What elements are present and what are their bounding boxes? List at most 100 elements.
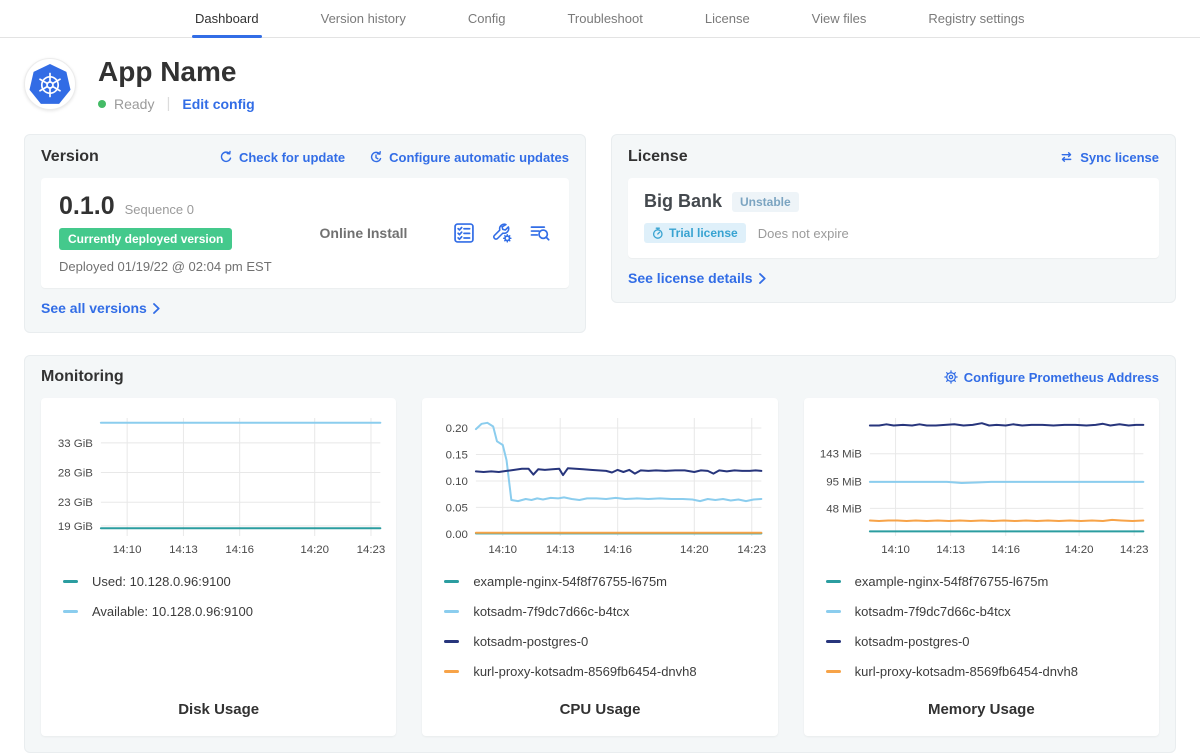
legend-color-dash bbox=[444, 610, 459, 613]
disk-usage-plot: 14:1014:1314:1614:2014:2333 GiB28 GiB23 … bbox=[49, 410, 388, 562]
svg-text:0.15: 0.15 bbox=[446, 450, 468, 462]
view-diff-button[interactable] bbox=[529, 222, 551, 244]
legend-label: kotsadm-postgres-0 bbox=[473, 634, 588, 649]
svg-text:14:20: 14:20 bbox=[300, 544, 329, 556]
edit-config-button[interactable] bbox=[491, 222, 513, 244]
tab-license[interactable]: License bbox=[702, 0, 753, 37]
checklist-icon bbox=[453, 222, 475, 244]
sync-arrows-icon bbox=[1059, 150, 1074, 164]
tab-dashboard[interactable]: Dashboard bbox=[192, 0, 262, 37]
current-version-card: 0.1.0 Sequence 0 Currently deployed vers… bbox=[41, 178, 569, 288]
monitoring-title: Monitoring bbox=[41, 368, 124, 386]
legend-item: Used: 10.128.0.96:9100 bbox=[63, 574, 374, 589]
svg-text:14:16: 14:16 bbox=[991, 544, 1020, 556]
svg-text:14:13: 14:13 bbox=[936, 544, 965, 556]
edit-config-link[interactable]: Edit config bbox=[182, 96, 254, 112]
gear-icon bbox=[944, 370, 958, 384]
configure-prometheus-label: Configure Prometheus Address bbox=[964, 370, 1159, 385]
memory-usage-chart-card: 14:1014:1314:1614:2014:23143 MiB95 MiB48… bbox=[804, 398, 1159, 736]
legend-item: kotsadm-postgres-0 bbox=[444, 634, 755, 649]
deployed-badge: Currently deployed version bbox=[59, 228, 232, 250]
svg-text:14:13: 14:13 bbox=[546, 544, 575, 556]
chevron-right-icon bbox=[153, 303, 160, 314]
cpu-usage-chart-card: 14:1014:1314:1614:2014:230.200.150.100.0… bbox=[422, 398, 777, 736]
license-panel: License Sync license Big Bank Unstable bbox=[611, 134, 1176, 303]
svg-text:14:13: 14:13 bbox=[169, 544, 198, 556]
legend-label: example-nginx-54f8f76755-l675m bbox=[473, 574, 667, 589]
chart-title: Memory Usage bbox=[812, 683, 1151, 718]
svg-text:14:23: 14:23 bbox=[738, 544, 767, 556]
check-for-update-link[interactable]: Check for update bbox=[219, 150, 345, 165]
status-dot bbox=[98, 100, 106, 108]
channel-badge: Unstable bbox=[732, 192, 799, 212]
version-sequence: Sequence 0 bbox=[125, 202, 194, 217]
tab-version-history[interactable]: Version history bbox=[318, 0, 409, 37]
legend-item: Available: 10.128.0.96:9100 bbox=[63, 604, 374, 619]
clock-refresh-icon bbox=[369, 150, 383, 164]
legend-label: kotsadm-7f9dc7d66c-b4tcx bbox=[855, 604, 1011, 619]
svg-text:48 MiB: 48 MiB bbox=[826, 503, 862, 515]
tab-view-files[interactable]: View files bbox=[809, 0, 870, 37]
svg-text:23 GiB: 23 GiB bbox=[58, 497, 93, 509]
top-nav: Dashboard Version history Config Trouble… bbox=[0, 0, 1200, 38]
legend-item: kotsadm-7f9dc7d66c-b4tcx bbox=[826, 604, 1137, 619]
legend-item: kotsadm-7f9dc7d66c-b4tcx bbox=[444, 604, 755, 619]
legend-label: kurl-proxy-kotsadm-8569fb6454-dnvh8 bbox=[473, 664, 696, 679]
cpu-usage-legend: example-nginx-54f8f76755-l675m kotsadm-7f… bbox=[430, 574, 769, 679]
license-customer-name: Big Bank bbox=[644, 191, 722, 212]
configure-prometheus-link[interactable]: Configure Prometheus Address bbox=[944, 370, 1159, 385]
legend-label: example-nginx-54f8f76755-l675m bbox=[855, 574, 1049, 589]
diff-search-icon bbox=[529, 222, 551, 244]
divider: | bbox=[166, 95, 170, 112]
svg-text:14:20: 14:20 bbox=[1064, 544, 1093, 556]
app-logo bbox=[24, 58, 76, 110]
legend-label: Used: 10.128.0.96:9100 bbox=[92, 574, 231, 589]
check-for-update-label: Check for update bbox=[239, 150, 345, 165]
preflight-checks-button[interactable] bbox=[453, 222, 475, 244]
legend-item: example-nginx-54f8f76755-l675m bbox=[826, 574, 1137, 589]
license-expiry: Does not expire bbox=[758, 226, 849, 241]
chevron-right-icon bbox=[759, 273, 766, 284]
refresh-icon bbox=[219, 150, 233, 164]
sync-license-link[interactable]: Sync license bbox=[1059, 150, 1159, 165]
legend-color-dash bbox=[63, 610, 78, 613]
svg-text:0.10: 0.10 bbox=[446, 476, 468, 488]
see-license-details-label: See license details bbox=[628, 270, 753, 286]
svg-text:14:10: 14:10 bbox=[489, 544, 518, 556]
svg-text:14:23: 14:23 bbox=[357, 544, 386, 556]
license-card: Big Bank Unstable Trial license Does not… bbox=[628, 178, 1159, 258]
svg-text:0.00: 0.00 bbox=[446, 529, 468, 541]
kubernetes-icon bbox=[28, 62, 72, 106]
memory-usage-legend: example-nginx-54f8f76755-l675m kotsadm-7f… bbox=[812, 574, 1151, 679]
legend-color-dash bbox=[826, 580, 841, 583]
configure-automatic-updates-link[interactable]: Configure automatic updates bbox=[369, 150, 569, 165]
legend-item: kurl-proxy-kotsadm-8569fb6454-dnvh8 bbox=[444, 664, 755, 679]
see-license-details-link[interactable]: See license details bbox=[628, 270, 766, 286]
legend-label: Available: 10.128.0.96:9100 bbox=[92, 604, 253, 619]
see-all-versions-link[interactable]: See all versions bbox=[41, 300, 160, 316]
license-panel-title: License bbox=[628, 148, 688, 166]
configure-automatic-updates-label: Configure automatic updates bbox=[389, 150, 569, 165]
svg-text:14:10: 14:10 bbox=[881, 544, 910, 556]
legend-color-dash bbox=[826, 610, 841, 613]
see-all-versions-label: See all versions bbox=[41, 300, 147, 316]
legend-color-dash bbox=[444, 670, 459, 673]
disk-usage-chart-card: 14:1014:1314:1614:2014:2333 GiB28 GiB23 … bbox=[41, 398, 396, 736]
tab-registry-settings[interactable]: Registry settings bbox=[925, 0, 1027, 37]
svg-text:14:16: 14:16 bbox=[225, 544, 254, 556]
cpu-usage-plot: 14:1014:1314:1614:2014:230.200.150.100.0… bbox=[430, 410, 769, 562]
page-title: App Name bbox=[98, 56, 255, 88]
legend-label: kotsadm-postgres-0 bbox=[855, 634, 970, 649]
sync-license-label: Sync license bbox=[1080, 150, 1159, 165]
legend-item: kurl-proxy-kotsadm-8569fb6454-dnvh8 bbox=[826, 664, 1137, 679]
tab-config[interactable]: Config bbox=[465, 0, 509, 37]
svg-text:33 GiB: 33 GiB bbox=[58, 438, 93, 450]
tab-troubleshoot[interactable]: Troubleshoot bbox=[564, 0, 645, 37]
legend-color-dash bbox=[444, 640, 459, 643]
install-type-label: Online Install bbox=[274, 225, 453, 241]
version-number: 0.1.0 bbox=[59, 192, 115, 221]
legend-label: kotsadm-7f9dc7d66c-b4tcx bbox=[473, 604, 629, 619]
chart-title: CPU Usage bbox=[430, 683, 769, 718]
svg-text:0.05: 0.05 bbox=[446, 502, 468, 514]
svg-text:14:23: 14:23 bbox=[1119, 544, 1148, 556]
